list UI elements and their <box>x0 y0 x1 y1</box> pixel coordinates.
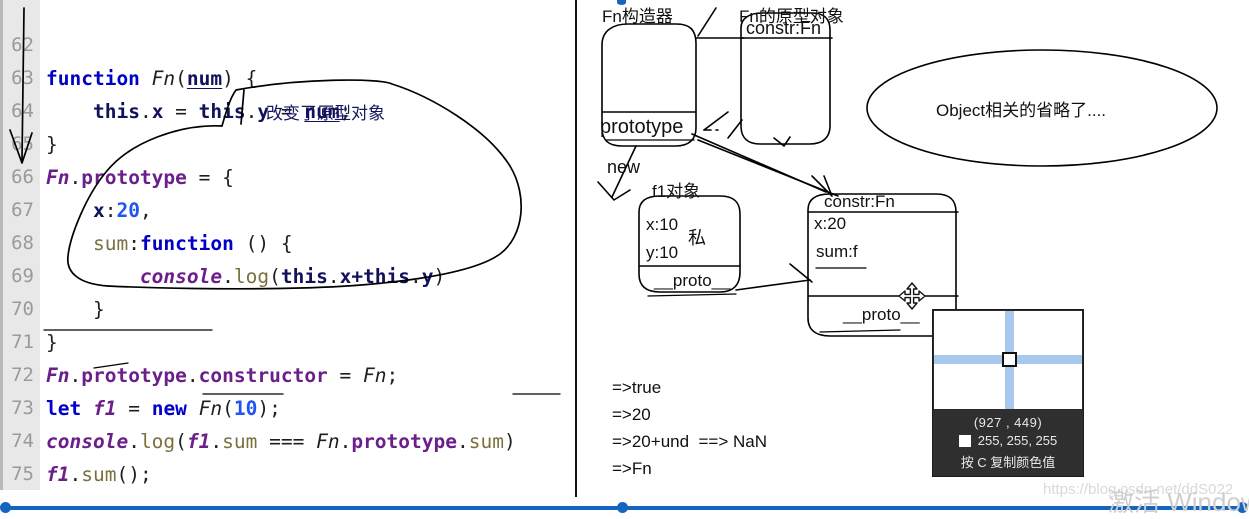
f1-y-value: y:10 <box>646 243 679 262</box>
code-line-76[interactable]: 76 console.log(f1.constructor) <box>0 458 70 497</box>
code-line-62[interactable]: 62 function Fn(num) { <box>0 0 257 90</box>
prototype-slot-label: prototype <box>600 116 684 138</box>
code-line-74[interactable]: 74 f1.sum(); <box>0 392 152 486</box>
code-line-69[interactable]: 69 } <box>0 227 105 321</box>
new-arrow-label: new <box>607 157 641 177</box>
activate-windows-watermark: 激活 Windows <box>1108 487 1249 517</box>
console-output-line: =>Fn <box>612 459 652 478</box>
crosshair-center-cell <box>1002 352 1017 367</box>
code-line-63[interactable]: 63 this.x = this.y = num; <box>0 29 351 123</box>
line-code: Fn.prototype = { <box>46 166 234 189</box>
annotation-handle-left[interactable] <box>0 502 11 513</box>
proto-box-constr-label: constr:Fn <box>824 192 895 211</box>
copy-color-hint: 按 C 复制颜色值 <box>960 455 1056 470</box>
rgb-value: 255, 255, 255 <box>977 433 1058 448</box>
code-editor-pane[interactable]: 62 function Fn(num) { 63 this.x = this.y… <box>0 0 575 497</box>
code-line-75[interactable]: 75 Fn.prototype.sum(); <box>0 425 269 497</box>
console-output-line: =>20+und ==> NaN <box>612 432 768 451</box>
code-line-66[interactable]: 66 x:20, <box>0 128 152 222</box>
color-picker-info: (927 , 449) 255, 255, 255 按 C 复制颜色值 <box>933 410 1083 476</box>
f1-proto-label: __proto__ <box>654 271 731 290</box>
line-code: function Fn(num) { <box>46 67 258 90</box>
annotation-handle-top[interactable] <box>617 0 626 5</box>
line-code: Fn.prototype.constructor = Fn; <box>46 364 399 387</box>
code-line-68[interactable]: 68 console.log(this.x+this.y) <box>0 194 445 288</box>
line-number: 76 <box>0 491 34 497</box>
code-line-73[interactable]: 73 console.log(f1.sum === Fn.prototype.s… <box>0 359 516 453</box>
annotation-note-label: 改变了原型对象 <box>266 104 385 123</box>
cursor-coordinates: (927 , 449) <box>973 415 1043 430</box>
color-picker-magnifier[interactable]: (927 , 449) 255, 255, 255 按 C 复制颜色值 <box>933 310 1083 476</box>
line-code: let f1 = new Fn(10); <box>46 397 281 420</box>
ellipse-note-label: Object相关的省略了.... <box>936 101 1107 120</box>
line-code: sum:function () { <box>92 232 293 255</box>
f1-object-title: f1对象 <box>652 182 701 201</box>
code-line-67[interactable]: 67 sum:function () { <box>0 161 292 255</box>
color-swatch <box>958 434 971 447</box>
fn-constructor-title: Fn构造器 <box>602 7 673 26</box>
console-output-line: =>20 <box>612 405 651 424</box>
code-line-72[interactable]: 72 let f1 = new Fn(10); <box>0 326 281 420</box>
code-line-64[interactable]: 64 } <box>0 62 70 156</box>
line-code: console.log(f1.sum === Fn.prototype.sum) <box>46 430 516 453</box>
proto-constr-label: constr:Fn <box>746 18 822 38</box>
screenshot-canvas: 62 function Fn(num) { 63 this.x = this.y… <box>0 0 1249 517</box>
line-code: console.log(this.x+this.y) <box>139 265 446 288</box>
rgb-readout-row: 255, 255, 255 <box>933 430 1083 448</box>
move-cursor-icon <box>898 282 926 310</box>
diagram-pane[interactable]: Fn构造器 Fn的原型对象 constr:Fn prototype new f1… <box>576 0 1249 497</box>
code-line-65[interactable]: 65 Fn.prototype = { <box>0 95 234 189</box>
proto-box-sum-label: sum:f <box>816 242 858 261</box>
proto-box-x-label: x:20 <box>814 214 847 233</box>
annotation-handle-middle[interactable] <box>617 502 628 513</box>
f1-private-label: 私 <box>688 228 706 248</box>
code-line-71[interactable]: 71 Fn.prototype.constructor = Fn; <box>0 293 398 387</box>
console-output-line: =>true <box>612 378 662 397</box>
code-line-70[interactable]: 70 } <box>0 260 70 354</box>
f1-x-value: x:10 <box>646 215 679 234</box>
color-picker-preview <box>933 310 1083 410</box>
line-code: Fn.prototype.sum(); <box>46 491 269 497</box>
